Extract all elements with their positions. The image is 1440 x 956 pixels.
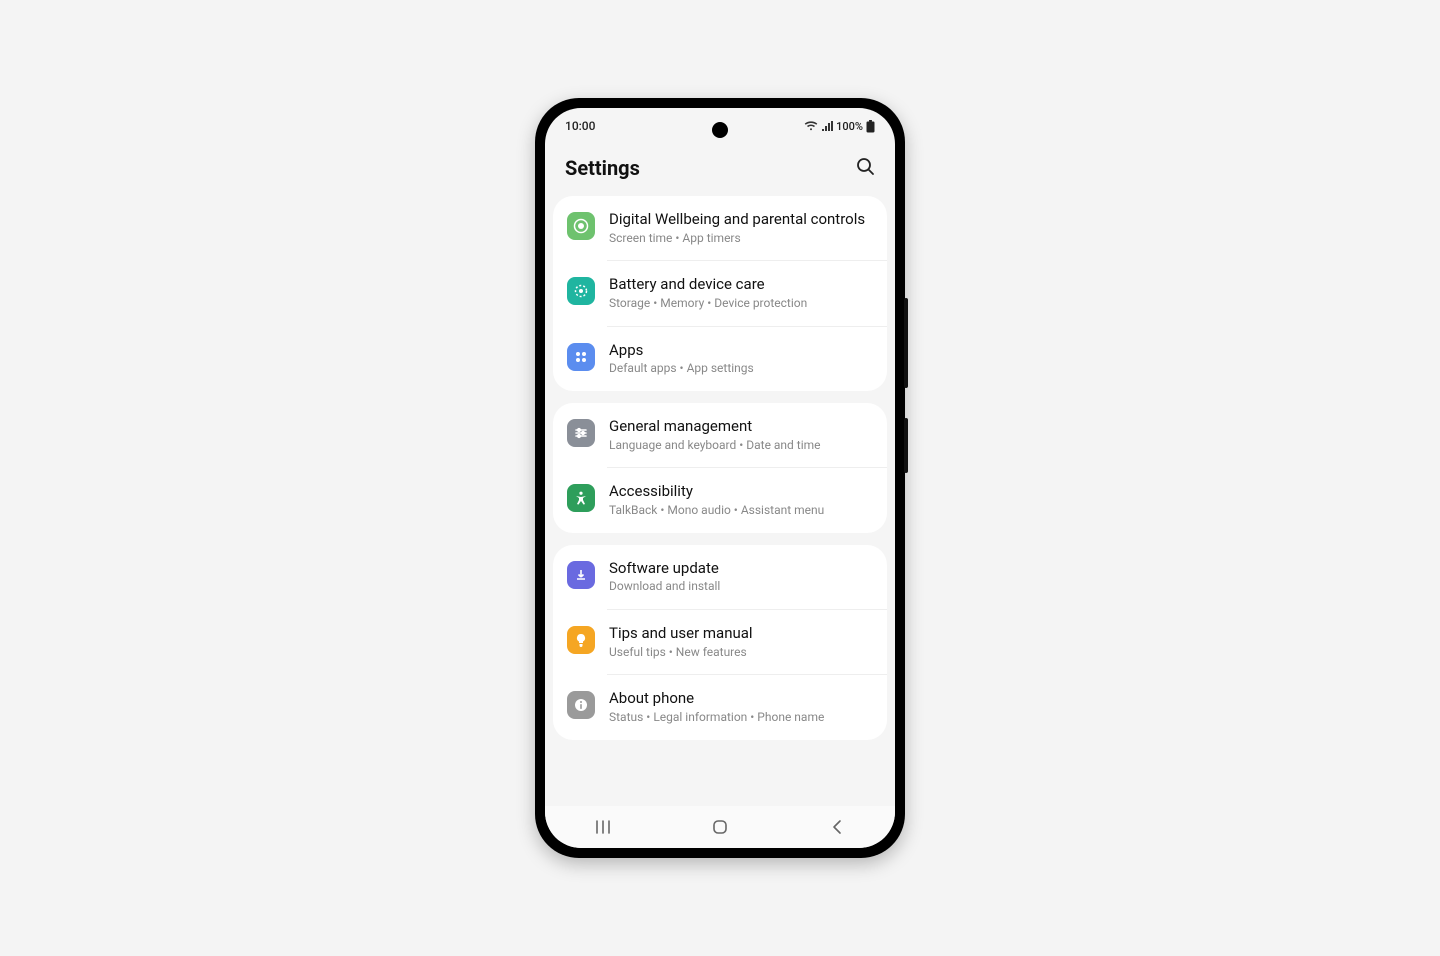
page-title: Settings: [565, 156, 640, 180]
about-icon: [567, 691, 595, 719]
settings-item-general[interactable]: General management Language and keyboard…: [553, 403, 887, 467]
update-icon: [567, 561, 595, 589]
settings-item-update[interactable]: Software update Download and install: [553, 545, 887, 609]
settings-item-wellbeing[interactable]: Digital Wellbeing and parental controls …: [553, 196, 887, 260]
battery-icon: [866, 120, 875, 133]
apps-icon: [567, 343, 595, 371]
settings-group: General management Language and keyboard…: [553, 403, 887, 533]
settings-item-accessibility[interactable]: Accessibility TalkBack • Mono audio • As…: [553, 468, 887, 532]
volume-button[interactable]: [904, 298, 908, 388]
item-subtitle: Default apps • App settings: [609, 361, 873, 377]
power-button[interactable]: [904, 418, 908, 473]
item-subtitle: Language and keyboard • Date and time: [609, 438, 873, 454]
item-subtitle: Useful tips • New features: [609, 645, 873, 661]
item-title: Tips and user manual: [609, 624, 873, 643]
camera-icon: [712, 122, 728, 138]
item-subtitle: Storage • Memory • Device protection: [609, 296, 873, 312]
item-title: Accessibility: [609, 482, 873, 501]
status-time: 10:00: [565, 119, 595, 133]
item-subtitle: Download and install: [609, 579, 873, 595]
back-button[interactable]: [807, 806, 867, 848]
settings-item-tips[interactable]: Tips and user manual Useful tips • New f…: [553, 610, 887, 674]
status-indicators: 100%: [804, 120, 875, 133]
battery-text: 100%: [836, 120, 863, 133]
battery-care-icon: [567, 277, 595, 305]
nav-bar: [545, 806, 895, 848]
item-title: Digital Wellbeing and parental controls: [609, 210, 873, 229]
item-title: About phone: [609, 689, 873, 708]
recents-button[interactable]: [573, 806, 633, 848]
settings-item-apps[interactable]: Apps Default apps • App settings: [553, 327, 887, 391]
phone-frame: 10:00 100% Settings: [535, 98, 905, 858]
tips-icon: [567, 626, 595, 654]
item-subtitle: Screen time • App timers: [609, 231, 873, 247]
settings-group: Software update Download and install Tip…: [553, 545, 887, 740]
general-icon: [567, 419, 595, 447]
signal-icon: [821, 121, 833, 131]
settings-list[interactable]: Digital Wellbeing and parental controls …: [545, 196, 895, 806]
header: Settings: [545, 144, 895, 196]
settings-item-about[interactable]: About phone Status • Legal information •…: [553, 675, 887, 739]
accessibility-icon: [567, 484, 595, 512]
item-subtitle: Status • Legal information • Phone name: [609, 710, 873, 726]
item-title: General management: [609, 417, 873, 436]
screen: 10:00 100% Settings: [545, 108, 895, 848]
wellbeing-icon: [567, 212, 595, 240]
settings-group: Digital Wellbeing and parental controls …: [553, 196, 887, 391]
search-icon[interactable]: [855, 156, 875, 180]
item-title: Battery and device care: [609, 275, 873, 294]
home-button[interactable]: [690, 806, 750, 848]
wifi-icon: [804, 121, 818, 131]
item-title: Software update: [609, 559, 873, 578]
settings-item-battery[interactable]: Battery and device care Storage • Memory…: [553, 261, 887, 325]
item-subtitle: TalkBack • Mono audio • Assistant menu: [609, 503, 873, 519]
item-title: Apps: [609, 341, 873, 360]
